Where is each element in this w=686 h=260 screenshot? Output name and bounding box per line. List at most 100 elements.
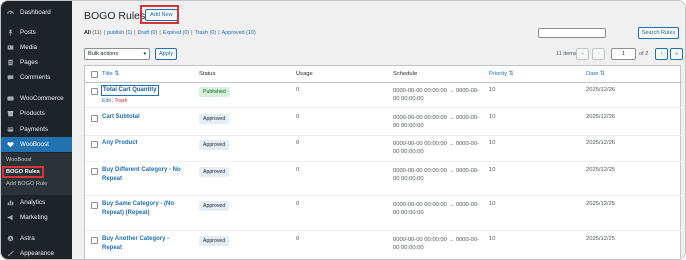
filter-trash[interactable]: Trash (0) [195, 30, 217, 36]
select-all-checkbox[interactable] [91, 71, 98, 78]
row-actions: Edit|Trash [102, 98, 128, 104]
status-badge: Approved [199, 201, 230, 211]
sidebar-item-dashboard[interactable]: Dashboard [1, 5, 72, 20]
row-checkbox[interactable] [91, 237, 98, 244]
status-badge: Approved [199, 167, 230, 177]
search-rules-button[interactable]: Search Rules [638, 27, 679, 39]
column-usage: Usage [296, 71, 313, 77]
rule-title-link[interactable]: Buy Another Category - Repeat [102, 235, 182, 253]
rule-title-link[interactable]: Buy Different Category - No Repeat [102, 166, 190, 184]
sidebar-item-wooboost[interactable]: WooBoost [1, 137, 72, 152]
table-row: Cart Subtotal Approved 0 0000-00-00 00:0… [85, 110, 682, 136]
sidebar-item-label: Analytics [20, 199, 46, 206]
priority-value: 10 [489, 167, 496, 173]
row-checkbox[interactable] [91, 88, 98, 95]
usage-value: 0 [296, 140, 300, 146]
filter-all-count: (11) [92, 30, 102, 36]
rule-title-link[interactable]: Cart Subtotal [102, 113, 140, 122]
page-icon [3, 59, 17, 66]
total-pages-label: of 2 [639, 51, 649, 57]
items-count: 11 items [556, 51, 577, 57]
row-checkbox[interactable] [91, 168, 98, 175]
submenu-item-wooboost[interactable]: WooBoost [6, 157, 32, 163]
usage-value: 0 [296, 87, 300, 93]
column-priority[interactable]: Priority ⇅ [489, 71, 514, 77]
sidebar-item-woocommerce[interactable]: WooCommerce [1, 91, 72, 106]
priority-value: 10 [489, 114, 496, 120]
sidebar-item-payments[interactable]: Payments [1, 122, 72, 137]
apply-button[interactable]: Apply [155, 48, 177, 60]
sidebar-item-label: Media [20, 44, 38, 51]
sidebar-item-comments[interactable]: Comments [1, 70, 72, 85]
megaphone-icon [3, 214, 17, 221]
screenshot-frame: Dashboard Posts Media Pages Comments Woo… [0, 0, 686, 260]
schedule-value: 0000-00-00 00:00:00 → 0000-00-00 00:00:0… [393, 168, 480, 182]
status-filter-links: All (11) | publish (1) | Draft (0) | Expired (… [84, 30, 256, 36]
first-page-button[interactable]: « [576, 48, 589, 60]
column-title[interactable]: Title ⇅ [102, 71, 119, 77]
schedule-value: 0000-00-00 00:00:00 → 0000-00-00 00:00:0… [393, 202, 480, 216]
last-page-button[interactable]: » [670, 48, 683, 60]
schedule-value: 0000-00-00 00:00:00 → 0000-00-00 00:00:0… [393, 237, 480, 251]
schedule-value: 0000-00-00 00:00:00 → 0000-00-00 00:00:0… [393, 115, 480, 129]
edit-link[interactable]: Edit [102, 98, 111, 104]
filter-expired[interactable]: Expired (0) [163, 30, 189, 36]
rule-title-link[interactable]: Buy Same Category - (No Repeat) (Repeat) [102, 200, 184, 218]
box-icon [3, 110, 17, 117]
status-badge: Published [199, 87, 230, 97]
status-badge: Approved [199, 114, 230, 124]
sidebar-item-marketing[interactable]: Marketing [1, 210, 72, 225]
schedule-value: 0000-00-00 00:00:00 → 0000-00-00 00:00:0… [393, 141, 480, 155]
schedule-value: 0000-00-00 00:00:00 → 0000-00-00 00:00:0… [393, 88, 480, 102]
column-schedule: Schedule [393, 71, 418, 77]
sidebar-item-label: Payments [20, 126, 48, 133]
table-header: Title ⇅ Status Usage Schedule Priority ⇅… [85, 66, 682, 83]
filter-draft[interactable]: Draft (0) [138, 30, 158, 36]
table-row: Buy Another Category - Repeat Approved 0… [85, 232, 682, 259]
priority-value: 10 [489, 87, 496, 93]
sidebar-item-label: Products [20, 110, 45, 117]
sidebar-item-label: Astra [20, 235, 35, 242]
comment-icon [3, 74, 17, 81]
filter-publish[interactable]: publish (1) [107, 30, 132, 36]
row-checkbox[interactable] [91, 141, 98, 148]
sidebar-item-posts[interactable]: Posts [1, 25, 72, 40]
rule-title-link[interactable]: Any Product [102, 139, 138, 148]
next-page-button[interactable]: › [655, 48, 668, 60]
sidebar-item-astra[interactable]: Astra [1, 231, 72, 246]
sidebar-item-label: WooBoost [20, 141, 49, 148]
row-checkbox[interactable] [91, 115, 98, 122]
table-row: Buy Different Category - No Repeat Appro… [85, 163, 682, 196]
trash-link[interactable]: Trash [114, 98, 127, 104]
sidebar-item-pages[interactable]: Pages [1, 55, 72, 70]
status-badge: Approved [199, 140, 230, 150]
filter-approved[interactable]: Approved (10) [222, 30, 256, 36]
prev-page-button[interactable]: ‹ [592, 48, 605, 60]
priority-value: 10 [489, 140, 496, 146]
sidebar-item-appearance[interactable]: Appearance [1, 246, 72, 259]
usage-value: 0 [296, 114, 300, 120]
priority-value: 10 [489, 236, 496, 242]
column-date[interactable]: Date ⇅ [586, 71, 605, 77]
usage-value: 0 [296, 201, 300, 207]
table-row: Any Product Approved 0 0000-00-00 00:00:… [85, 136, 682, 162]
row-checkbox[interactable] [91, 202, 98, 209]
page-title: BOGO Rules [84, 10, 146, 22]
rule-title-link[interactable]: Total Cart Quantity [101, 85, 159, 96]
sidebar-item-media[interactable]: Media [1, 40, 72, 55]
sidebar-item-label: Dashboard [20, 9, 51, 16]
submenu-item-add-bogo-rule[interactable]: Add BOGO Rule [6, 181, 47, 187]
sidebar-item-analytics[interactable]: Analytics [1, 195, 72, 210]
sidebar-item-products[interactable]: Products [1, 106, 72, 121]
usage-value: 0 [296, 236, 300, 242]
sidebar-item-label: Appearance [20, 250, 54, 257]
bulk-actions-select[interactable]: Bulk actions ▾ [84, 48, 150, 60]
sidebar-item-label: Posts [20, 29, 36, 36]
table-row: Buy Same Category - (No Repeat) (Repeat)… [85, 197, 682, 231]
date-value: 2025/12/25 [586, 236, 616, 242]
current-page-input[interactable]: 1 [611, 48, 636, 60]
filter-all[interactable]: All (11) [84, 30, 102, 36]
date-value: 2025/12/26 [586, 140, 616, 146]
highlight-box-bogo-rules [2, 166, 44, 178]
search-input[interactable] [538, 28, 606, 38]
